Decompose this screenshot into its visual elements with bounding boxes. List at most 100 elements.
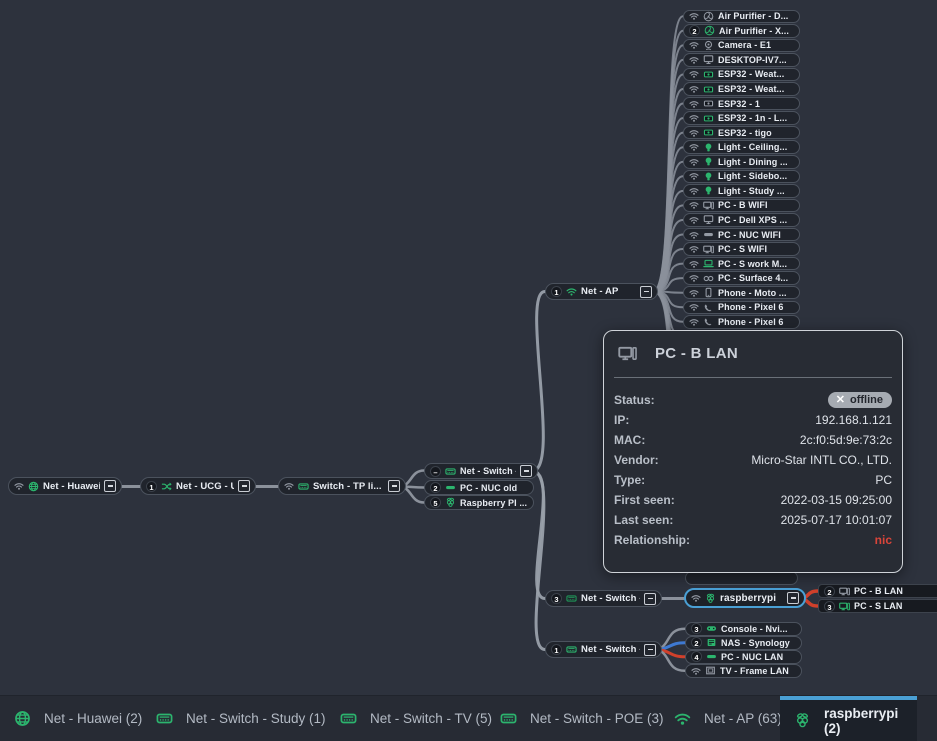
tab-net-switch-study-1[interactable]: Net - Switch - Study (1): [142, 696, 340, 741]
board-icon: [703, 69, 714, 80]
collapse-button[interactable]: [644, 593, 656, 605]
node-ap-child[interactable]: PC - B WIFI: [683, 199, 800, 213]
pc-icon: [703, 200, 714, 211]
node-ap-child[interactable]: Camera - E1: [683, 39, 800, 53]
bulb-icon: [703, 142, 714, 153]
node-label: Net - UCG - Ul...: [176, 481, 234, 492]
node-ap-child[interactable]: ESP32 - Weat...: [683, 68, 800, 82]
node-label: Air Purifier - D...: [718, 11, 794, 21]
node-ap-child[interactable]: 2Air Purifier - X...: [683, 24, 800, 38]
wifi-icon: [689, 215, 699, 225]
node-ap-child[interactable]: Light - Ceiling...: [683, 140, 800, 154]
wifi-icon: [284, 481, 294, 491]
detail-value: 2c:f0:5d:9e:73:2c: [800, 433, 892, 447]
node-ap-child[interactable]: ESP32 - Weat...: [683, 82, 800, 96]
wifi-icon: [689, 40, 699, 50]
node-net-ap[interactable]: 1Net - AP: [545, 283, 658, 300]
node-ap-child[interactable]: ESP32 - 1: [683, 97, 800, 111]
node-ap-child[interactable]: ESP32 - 1n - L...: [683, 111, 800, 125]
tab-net-ap-63[interactable]: Net - AP (63): [660, 696, 796, 741]
handset-icon: [703, 316, 714, 327]
node-ap-child[interactable]: DESKTOP-IV7...: [683, 53, 800, 67]
collapse-button[interactable]: [238, 480, 250, 492]
wifi-icon: [689, 55, 699, 65]
wifi-icon: [689, 69, 699, 79]
node-ap-child[interactable]: PC - NUC WIFI: [683, 228, 800, 242]
collapse-button[interactable]: [520, 465, 532, 477]
wifi-icon: [14, 481, 24, 491]
wifi-icon: [689, 157, 699, 167]
count-badge: 1: [146, 481, 157, 492]
bulb-icon: [703, 185, 714, 196]
collapse-button[interactable]: [104, 480, 116, 492]
collapse-button[interactable]: [644, 644, 656, 656]
node-label: Phone - Pixel 6: [718, 317, 794, 327]
node-ap-child[interactable]: ESP32 - tigo: [683, 126, 800, 140]
wifi-icon: [689, 186, 699, 196]
node-label: PC - Surface 4...: [718, 273, 794, 283]
node-label: PC - B WIFI: [718, 200, 794, 210]
node-ap-child[interactable]: PC - Surface 4...: [683, 271, 800, 285]
detail-value: 2025-07-17 10:01:07: [781, 513, 892, 527]
count-badge: 5: [430, 497, 441, 508]
node-ap-child[interactable]: PC - S WIFI: [683, 242, 800, 256]
collapse-button[interactable]: [787, 592, 799, 604]
node-ap-child[interactable]: Light - Sidebo...: [683, 170, 800, 184]
laptop-icon: [703, 258, 714, 269]
node-ap-child[interactable]: PC - Dell XPS ...: [683, 213, 800, 227]
tab-net-huawei-2[interactable]: Net - Huawei (2): [0, 696, 156, 741]
node-ap-child[interactable]: Phone - Pixel 6: [683, 315, 800, 329]
detail-label: Type:: [614, 473, 645, 487]
tab-net-switch-tv-5[interactable]: Net - Switch - TV (5): [326, 696, 506, 741]
node-partially-hidden[interactable]: [685, 571, 798, 585]
switch-icon: [566, 593, 577, 604]
count-badge: 2: [691, 637, 702, 648]
count-badge: 3: [691, 623, 702, 634]
node-net-ucg[interactable]: 1 Net - UCG - Ul...: [140, 477, 256, 495]
node-console-nvidia[interactable]: 3Console - Nvi...: [685, 622, 802, 636]
node-label: ESP32 - Weat...: [718, 84, 794, 94]
node-nas-synology[interactable]: 2NAS - Synology: [685, 636, 802, 650]
node-pc-s-lan[interactable]: 3PC - S LAN: [818, 599, 937, 613]
node-pc-b-lan[interactable]: 2PC - B LAN: [818, 584, 937, 598]
tab-net-switch-poe-3[interactable]: Net - Switch - POE (3): [486, 696, 678, 741]
network-topology-canvas[interactable]: Net - Huawei 1 Net - UCG - Ul... Switch - T…: [0, 0, 937, 741]
node-raspberrypi[interactable]: raspberrypi: [684, 588, 806, 608]
raspberry-icon: [794, 712, 811, 729]
node-net-switch-poe[interactable]: 1Net - Switch - ...: [545, 641, 662, 658]
node-ap-child[interactable]: Light - Dining ...: [683, 155, 800, 169]
node-switch-tp[interactable]: Switch - TP li...: [278, 477, 406, 495]
node-ap-child[interactable]: Phone - Pixel 6: [683, 301, 800, 315]
device-details-popup: PC - B LAN Status:✕offlineIP:192.168.1.1…: [603, 330, 903, 573]
wifi-icon: [689, 11, 699, 21]
node-label: ESP32 - Weat...: [718, 69, 794, 79]
wifi-icon: [689, 259, 699, 269]
node-net-switch-study[interactable]: –Net - Switch - ...: [424, 463, 538, 479]
switch-icon: [566, 644, 577, 655]
detail-label: Vendor:: [614, 453, 659, 467]
popup-rows: Status:✕offlineIP:192.168.1.121MAC:2c:f0…: [604, 378, 902, 550]
node-pc-nuc-old[interactable]: 2PC - NUC old: [424, 480, 534, 495]
collapse-button[interactable]: [640, 286, 652, 298]
tab-label: raspberrypi (2): [824, 706, 903, 736]
node-net-switch-tv[interactable]: 3Net - Switch - ...: [545, 590, 662, 607]
detail-value: PC: [875, 473, 892, 487]
node-tv-frame-lan[interactable]: TV - Frame LAN: [685, 664, 802, 678]
node-ap-child[interactable]: Light - Study ...: [683, 184, 800, 198]
node-ap-child[interactable]: Air Purifier - D...: [683, 10, 800, 24]
node-raspberry-pi[interactable]: 5Raspberry PI ...: [424, 495, 534, 510]
node-net-huawei[interactable]: Net - Huawei: [8, 477, 122, 495]
node-ap-child[interactable]: PC - S work M...: [683, 257, 800, 271]
node-label: PC - NUC WIFI: [718, 230, 794, 240]
nuc-icon: [703, 229, 714, 240]
tab-label: Net - Switch - POE (3): [530, 711, 664, 726]
detail-row: Status:✕offline: [614, 390, 892, 410]
fan-icon: [704, 25, 715, 36]
count-badge: 4: [691, 651, 702, 662]
collapse-button[interactable]: [388, 480, 400, 492]
node-ap-child[interactable]: Phone - Moto ...: [683, 286, 800, 300]
tab-raspberrypi-2[interactable]: raspberrypi (2): [780, 696, 917, 741]
node-label: Net - Switch - ...: [581, 593, 640, 604]
node-pc-nuc-lan[interactable]: 4PC - NUC LAN: [685, 650, 802, 664]
node-label: Light - Ceiling...: [718, 142, 794, 152]
